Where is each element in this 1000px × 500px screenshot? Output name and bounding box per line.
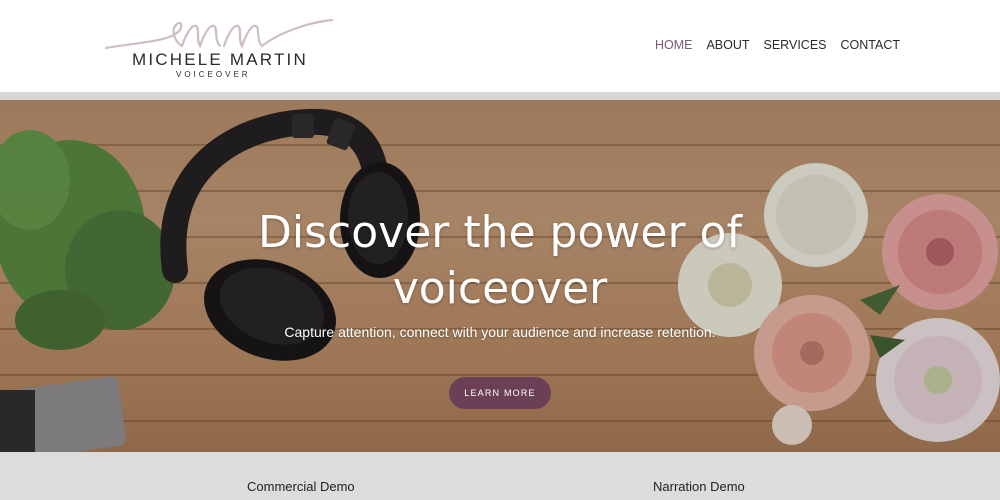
hero-subtitle: Capture attention, connect with your aud… [284,324,716,340]
site-header: MICHELE MARTIN VOICEOVER HOME ABOUT SERV… [0,0,1000,100]
hero-banner: Discover the power of voiceover Capture … [0,100,1000,452]
commercial-demo-label: Commercial Demo [247,479,355,494]
logo[interactable]: MICHELE MARTIN VOICEOVER [100,12,340,82]
main-nav: HOME ABOUT SERVICES CONTACT [655,38,900,52]
logo-name: MICHELE MARTIN [132,50,308,69]
nav-contact[interactable]: CONTACT [841,38,901,52]
demos-section: Commercial Demo Narration Demo [0,452,1000,500]
narration-demo-label: Narration Demo [653,479,745,494]
learn-more-button[interactable]: LEARN MORE [449,377,551,409]
nav-services[interactable]: SERVICES [764,38,827,52]
nav-about[interactable]: ABOUT [706,38,749,52]
hero-title: Discover the power of voiceover [258,207,742,314]
logo-tagline: VOICEOVER [176,70,251,79]
nav-home[interactable]: HOME [655,38,693,52]
